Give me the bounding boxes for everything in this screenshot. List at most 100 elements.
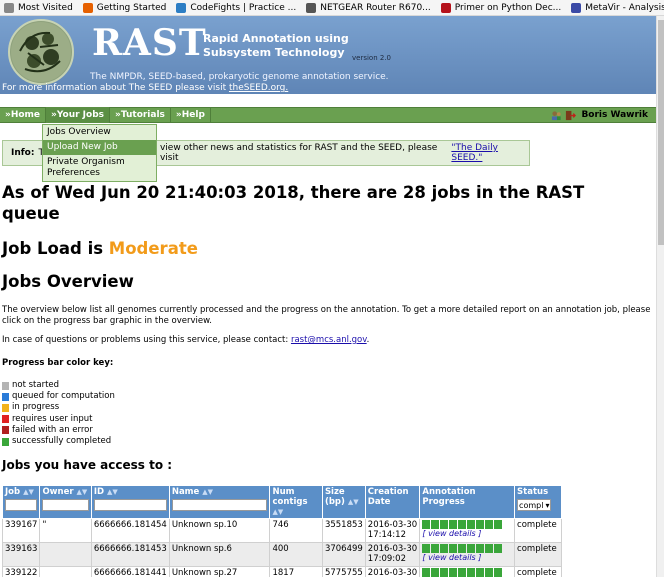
nav-home[interactable]: »Home	[0, 107, 47, 123]
app-description: The NMPDR, SEED-based, prokaryotic genom…	[90, 72, 389, 82]
col-name[interactable]: Name ▲▼	[168, 485, 271, 519]
color-swatch	[2, 437, 9, 446]
filter-id-input[interactable]	[93, 499, 167, 511]
progress-segment	[449, 568, 458, 577]
progress-bar[interactable]	[422, 520, 512, 529]
progress-segment	[494, 520, 503, 529]
color-key-label: failed with an error	[12, 424, 93, 435]
progress-segment	[422, 568, 431, 577]
bookmark-label: Getting Started	[96, 2, 167, 13]
job-load-value: Moderate	[108, 239, 198, 258]
user-name[interactable]: Boris Wawrik	[581, 110, 648, 120]
filter-name-input[interactable]	[171, 499, 268, 511]
bookmark-item[interactable]: MetaVir - Analysis of v...	[571, 2, 664, 13]
view-details-link[interactable]: [ view details ]	[422, 553, 481, 562]
color-key-row: failed with an error	[2, 425, 115, 436]
progress-segment	[458, 568, 467, 577]
progress-segment	[422, 520, 431, 529]
progress-segment	[467, 544, 476, 553]
logout-icon[interactable]	[565, 110, 577, 121]
bookmark-item[interactable]: Primer on Python Dec...	[440, 2, 561, 13]
filter-job-input[interactable]	[5, 499, 38, 511]
daily-seed-link[interactable]: "The Daily SEED."	[451, 143, 529, 163]
cell-status: complete	[514, 542, 562, 567]
col-contigs[interactable]: Num contigs ▲▼	[269, 485, 323, 519]
filter-owner-input[interactable]	[42, 499, 89, 511]
color-key-row: queued for computation	[2, 391, 115, 402]
cell-id: 6666666.181454	[90, 518, 170, 543]
menu-jobs-overview[interactable]: Jobs Overview	[43, 125, 156, 140]
col-date[interactable]: Creation Date	[364, 485, 421, 519]
col-progress: Annotation Progress	[419, 485, 516, 519]
color-key-list: not started queued for computation in prog…	[2, 380, 115, 447]
table-row: 339167 " 6666666.181454 Unknown sp.10 746 355…	[1, 518, 562, 543]
menu-upload-new-job[interactable]: Upload New Job	[43, 140, 156, 155]
bookmark-item[interactable]: Most Visited	[4, 2, 73, 13]
progress-segment	[422, 544, 431, 553]
jobs-table: Job ▲▼ Owner ▲▼ ID ▲▼ Name ▲▼ Num contig…	[1, 485, 562, 577]
progress-segment	[485, 568, 494, 577]
cell-job: 339163	[1, 542, 41, 567]
sort-arrows-icon: ▲▼	[347, 498, 359, 506]
col-status[interactable]: Status compl ▾	[514, 485, 562, 519]
bookmark-label: CodeFights | Practice ...	[190, 2, 297, 13]
app-subtitle: Rapid Annotation using Subsystem Technol…	[203, 32, 349, 60]
progress-segment	[476, 520, 485, 529]
col-owner[interactable]: Owner ▲▼	[39, 485, 92, 519]
progress-segment	[440, 568, 449, 577]
progress-segment	[485, 520, 494, 529]
color-key-title: Progress bar color key:	[2, 358, 114, 368]
contact-suffix: .	[366, 335, 370, 345]
color-key-row: in progress	[2, 402, 115, 413]
cell-progress[interactable]: [ view details ]	[419, 518, 516, 543]
cell-date: 2016-03-30 17:14:12	[364, 518, 421, 543]
cell-status: complete	[514, 518, 562, 543]
status-filter-select[interactable]: compl ▾	[517, 499, 552, 511]
progress-bar[interactable]	[422, 568, 512, 577]
progress-segment	[476, 544, 485, 553]
progress-segment	[431, 544, 440, 553]
nav-your-jobs[interactable]: »Your Jobs	[46, 107, 111, 123]
job-load-heading: Job Load is Moderate	[2, 239, 198, 258]
progress-segment	[449, 544, 458, 553]
cell-progress[interactable]	[419, 566, 516, 577]
progress-segment	[467, 520, 476, 529]
progress-segment	[440, 520, 449, 529]
cell-size: 3551853	[321, 518, 366, 543]
menu-private-organism-preferences[interactable]: Private Organism Preferences	[43, 155, 156, 181]
users-icon[interactable]	[551, 110, 562, 121]
header-banner: RAST Rapid Annotation using Subsystem Te…	[0, 16, 664, 94]
color-swatch	[2, 392, 9, 401]
cell-status: complete	[514, 566, 562, 577]
scrollbar-thumb[interactable]	[658, 20, 664, 245]
bookmark-label: NETGEAR Router R670...	[320, 2, 431, 13]
cell-contigs: 400	[269, 542, 323, 567]
bookmark-item[interactable]: Getting Started	[82, 2, 167, 13]
page-scrollbar[interactable]	[656, 16, 664, 577]
firefox-icon	[82, 2, 93, 13]
bookmark-item[interactable]: CodeFights | Practice ...	[176, 2, 297, 13]
color-swatch	[2, 381, 9, 390]
color-swatch	[2, 426, 9, 435]
contact-line: In case of questions or problems using t…	[2, 335, 369, 345]
nav-help[interactable]: »Help	[171, 107, 211, 123]
col-size[interactable]: Size (bp) ▲▼	[321, 485, 366, 519]
nav-tutorials[interactable]: »Tutorials	[110, 107, 171, 123]
col-job[interactable]: Job ▲▼	[1, 485, 41, 519]
queue-heading: As of Wed Jun 20 21:40:03 2018, there ar…	[2, 183, 585, 223]
rast-logo[interactable]	[8, 19, 74, 85]
your-jobs-dropdown: Jobs Overview Upload New Job Private Org…	[42, 124, 157, 182]
progress-segment	[431, 520, 440, 529]
mv-icon	[571, 2, 582, 13]
app-subtitle-line1: Rapid Annotation using	[203, 32, 349, 45]
cell-date: 2016-03-30 17:09:02	[364, 542, 421, 567]
theseed-link[interactable]: theSEED.org.	[229, 83, 288, 93]
color-key-label: requires user input	[12, 413, 93, 424]
cell-progress[interactable]: [ view details ]	[419, 542, 516, 567]
progress-bar[interactable]	[422, 544, 512, 553]
contact-email-link[interactable]: rast@mcs.anl.gov	[291, 335, 367, 345]
view-details-link[interactable]: [ view details ]	[422, 529, 481, 538]
bookmark-item[interactable]: NETGEAR Router R670...	[306, 2, 431, 13]
col-id[interactable]: ID ▲▼	[90, 485, 170, 519]
bookmark-label: MetaVir - Analysis of v...	[585, 2, 664, 13]
